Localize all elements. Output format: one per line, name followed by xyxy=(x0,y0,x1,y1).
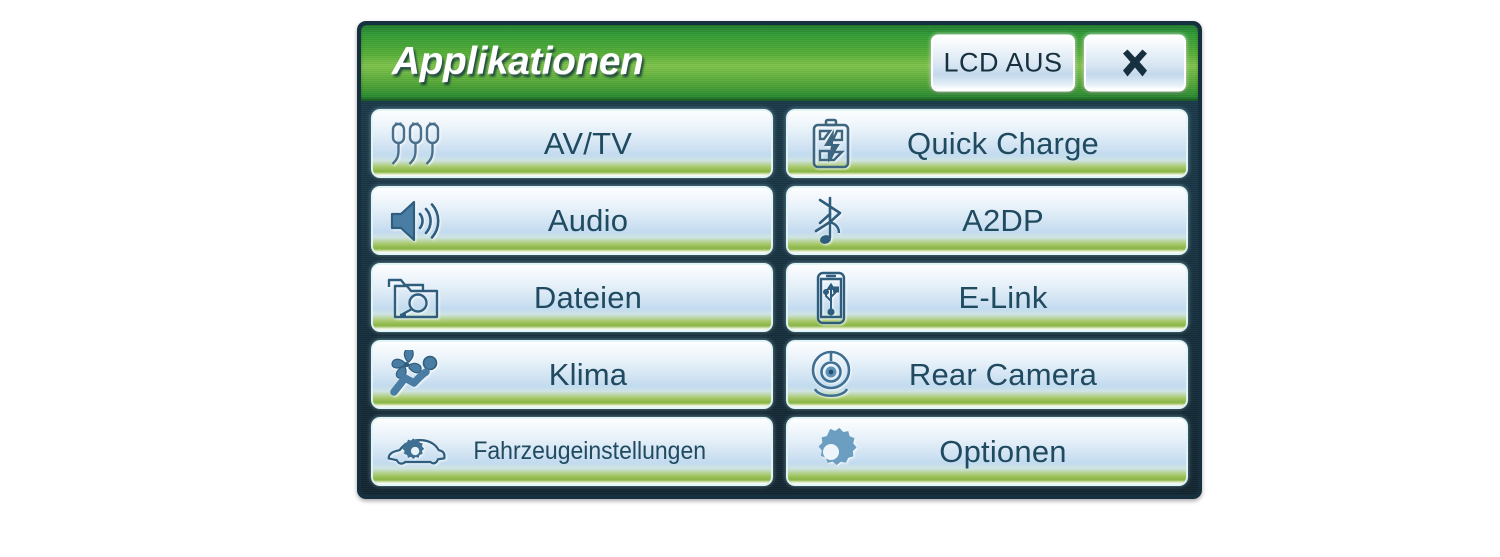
car-gear-icon xyxy=(373,419,447,484)
app-button-audio[interactable]: Audio xyxy=(371,186,773,255)
close-button[interactable] xyxy=(1084,34,1186,92)
gear-icon xyxy=(788,419,862,484)
screen-inner: Applikationen LCD AUS AV/TV Quick Charge… xyxy=(361,25,1198,495)
app-button-dateien[interactable]: Dateien xyxy=(371,263,773,332)
battery-bolt-icon xyxy=(788,111,862,176)
head-unit-screen-frame: Applikationen LCD AUS AV/TV Quick Charge… xyxy=(357,21,1202,499)
app-button-label: Dateien xyxy=(533,279,643,315)
lcd-off-label: LCD AUS xyxy=(943,47,1063,78)
app-button-label: Klima xyxy=(548,356,628,392)
close-x-icon xyxy=(1123,49,1147,76)
page-title: Applikationen xyxy=(392,40,644,84)
application-button-grid: AV/TV Quick Charge Audio A2DP Dateien E-… xyxy=(361,101,1198,495)
app-button-label: Optionen xyxy=(939,433,1067,469)
app-button-label: Audio xyxy=(547,202,629,238)
app-button-e-link[interactable]: E-Link xyxy=(786,263,1188,332)
app-button-a2dp[interactable]: A2DP xyxy=(786,186,1188,255)
fan-person-icon xyxy=(373,342,447,407)
app-button-label: Fahrzeugeinstellungen xyxy=(473,437,707,465)
app-button-quick-charge[interactable]: Quick Charge xyxy=(786,109,1188,178)
app-button-label: Rear Camera xyxy=(908,356,1098,392)
rca-connectors-icon xyxy=(373,111,447,176)
folder-search-icon xyxy=(373,265,447,330)
speaker-waves-icon xyxy=(373,188,447,253)
lcd-off-button[interactable]: LCD AUS xyxy=(931,34,1075,92)
app-button-fahrzeugeinstellungen[interactable]: Fahrzeugeinstellungen xyxy=(371,417,773,486)
phone-usb-icon xyxy=(788,265,862,330)
app-button-label: A2DP xyxy=(962,202,1044,238)
app-button-av-tv[interactable]: AV/TV xyxy=(371,109,773,178)
app-button-optionen[interactable]: Optionen xyxy=(786,417,1188,486)
bluetooth-note-icon xyxy=(788,188,862,253)
title-bar: Applikationen LCD AUS xyxy=(361,25,1198,101)
app-button-klima[interactable]: Klima xyxy=(371,340,773,409)
app-button-label: AV/TV xyxy=(543,125,633,161)
app-button-label: Quick Charge xyxy=(907,125,1099,161)
camera-lens-icon xyxy=(788,342,862,407)
app-button-rear-camera[interactable]: Rear Camera xyxy=(786,340,1188,409)
app-button-label: E-Link xyxy=(958,279,1048,315)
